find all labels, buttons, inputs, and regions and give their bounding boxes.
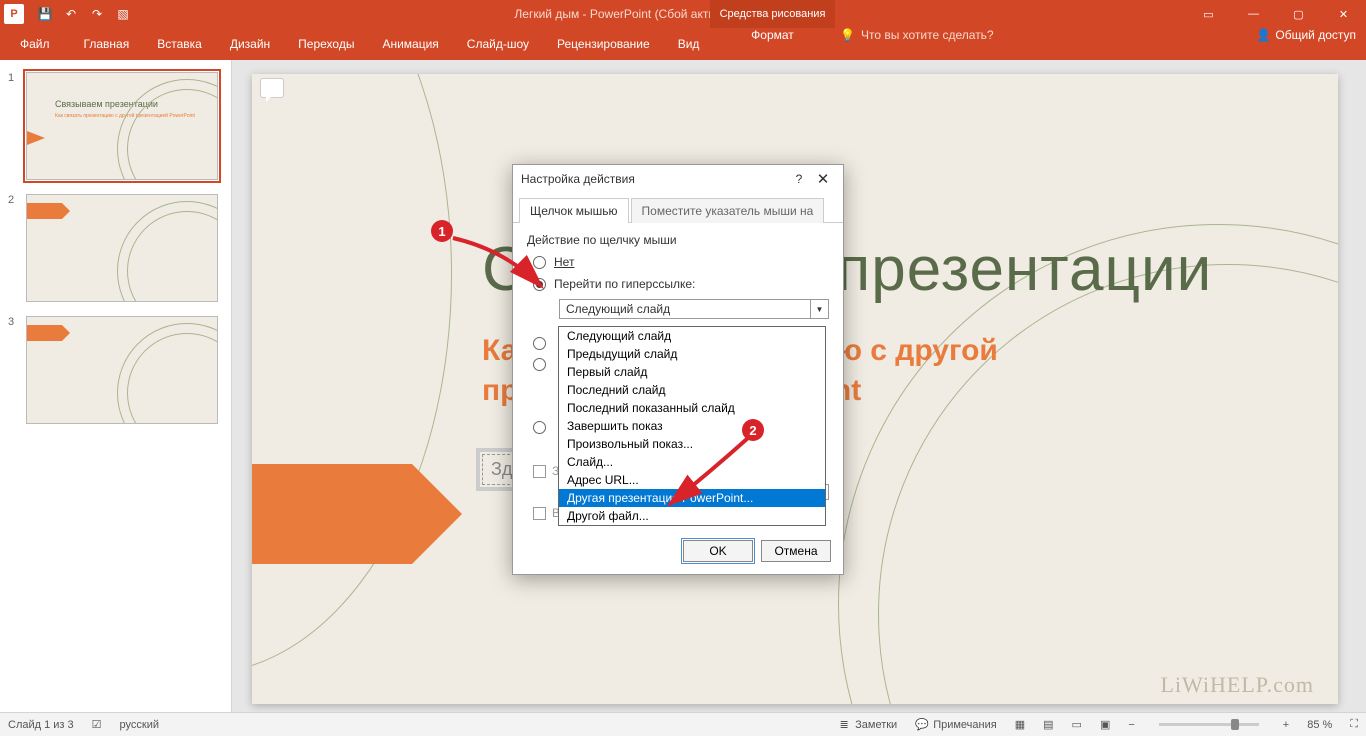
tab-transitions[interactable]: Переходы bbox=[284, 28, 368, 60]
dd-item-next[interactable]: Следующий слайд bbox=[559, 327, 825, 345]
zoom-level[interactable]: 85 % bbox=[1307, 719, 1332, 731]
share-label: Общий доступ bbox=[1275, 28, 1356, 42]
tab-file[interactable]: Файл bbox=[0, 28, 70, 60]
dialog-tabs: Щелчок мышью Поместите указатель мыши на bbox=[513, 193, 843, 223]
fit-to-window-icon[interactable]: ⛶ bbox=[1350, 718, 1358, 731]
zoom-slider[interactable] bbox=[1159, 723, 1259, 726]
start-slideshow-icon[interactable]: ▧ bbox=[112, 3, 134, 25]
ok-button[interactable]: OK bbox=[683, 540, 753, 562]
quick-access-toolbar: 💾 ↶ ↷ ▧ bbox=[34, 3, 134, 25]
dialog-title: Настройка действия bbox=[521, 172, 787, 186]
dialog-titlebar[interactable]: Настройка действия ? ✕ bbox=[513, 165, 843, 193]
tab-home[interactable]: Главная bbox=[70, 28, 144, 60]
save-icon[interactable]: 💾 bbox=[34, 3, 56, 25]
thumbnail-pane[interactable]: 1 Связываем презентации Как связать през… bbox=[0, 60, 232, 712]
slide-counter[interactable]: Слайд 1 из 3 bbox=[8, 719, 74, 731]
tell-me-label: Что вы хотите сделать? bbox=[861, 28, 994, 42]
normal-view-icon[interactable]: ▦ bbox=[1015, 718, 1025, 731]
maximize-icon[interactable]: ▢ bbox=[1276, 0, 1321, 28]
annotation-arrow-1 bbox=[445, 230, 555, 300]
context-tool-label: Средства рисования bbox=[710, 0, 835, 28]
tab-insert[interactable]: Вставка bbox=[143, 28, 216, 60]
redo-icon[interactable]: ↷ bbox=[86, 3, 108, 25]
share-icon: 👤 bbox=[1256, 28, 1271, 42]
radio-icon[interactable] bbox=[533, 421, 546, 434]
help-icon[interactable]: ? bbox=[787, 172, 811, 186]
lightbulb-icon: 💡 bbox=[840, 28, 855, 42]
close-dialog-icon[interactable]: ✕ bbox=[811, 170, 835, 188]
annotation-arrow-2 bbox=[660, 432, 760, 512]
dd-item-first[interactable]: Первый слайд bbox=[559, 363, 825, 381]
annotation-badge-2: 2 bbox=[742, 419, 764, 441]
minimize-icon[interactable]: — bbox=[1231, 0, 1276, 28]
dialog-footer: OK Отмена bbox=[513, 532, 843, 574]
radio-none[interactable]: Нет bbox=[533, 255, 829, 269]
thumb-num-3: 3 bbox=[8, 316, 20, 328]
checkbox-icon[interactable] bbox=[533, 465, 546, 478]
comments-button[interactable]: 💬Примечания bbox=[915, 718, 997, 732]
thumbnail-3[interactable] bbox=[26, 316, 218, 424]
watermark: LiWiHELP.com bbox=[1161, 672, 1315, 698]
language-indicator[interactable]: русский bbox=[120, 719, 159, 731]
tab-view[interactable]: Вид bbox=[664, 28, 714, 60]
tab-mouse-over[interactable]: Поместите указатель мыши на bbox=[631, 198, 825, 223]
dd-item-last[interactable]: Последний слайд bbox=[559, 381, 825, 399]
undo-icon[interactable]: ↶ bbox=[60, 3, 82, 25]
zoom-out-icon[interactable]: − bbox=[1128, 719, 1134, 731]
radio-hyperlink-label: Перейти по гиперссылке: bbox=[554, 277, 695, 291]
tab-review[interactable]: Рецензирование bbox=[543, 28, 664, 60]
spellcheck-icon[interactable]: ☑ bbox=[92, 718, 102, 731]
radio-hyperlink[interactable]: Перейти по гиперссылке: bbox=[533, 277, 829, 291]
checkbox-icon[interactable] bbox=[533, 507, 546, 520]
notes-button[interactable]: ≣Заметки bbox=[837, 718, 897, 732]
zoom-in-icon[interactable]: + bbox=[1283, 719, 1289, 731]
notes-icon: ≣ bbox=[837, 718, 851, 732]
radio-icon[interactable] bbox=[533, 337, 546, 350]
radio-none-label: Нет bbox=[554, 255, 574, 269]
sorter-view-icon[interactable]: ▤ bbox=[1043, 718, 1053, 731]
thumb-row[interactable]: 3 bbox=[0, 312, 231, 434]
annotation-badge-1: 1 bbox=[431, 220, 453, 242]
reading-view-icon[interactable]: ▭ bbox=[1072, 718, 1082, 731]
ribbon: Файл Главная Вставка Дизайн Переходы Ани… bbox=[0, 28, 1366, 60]
share-button[interactable]: 👤 Общий доступ bbox=[1256, 28, 1356, 42]
tab-animation[interactable]: Анимация bbox=[368, 28, 452, 60]
cancel-button[interactable]: Отмена bbox=[761, 540, 831, 562]
hyperlink-combo[interactable]: Следующий слайд ▼ bbox=[559, 299, 829, 319]
tab-format[interactable]: Формат bbox=[710, 28, 835, 42]
titlebar: P 💾 ↶ ↷ ▧ Легкий дым - PowerPoint (Сбой … bbox=[0, 0, 1366, 28]
tell-me-search[interactable]: 💡 Что вы хотите сделать? bbox=[840, 28, 994, 42]
thumb-row[interactable]: 1 Связываем презентации Как связать през… bbox=[0, 68, 231, 190]
combo-value: Следующий слайд bbox=[560, 300, 810, 318]
chevron-down-icon[interactable]: ▼ bbox=[810, 300, 828, 318]
dd-item-prev[interactable]: Предыдущий слайд bbox=[559, 345, 825, 363]
arrow-shape[interactable] bbox=[252, 464, 412, 564]
thumbnail-2[interactable] bbox=[26, 194, 218, 302]
window-buttons: ▭ — ▢ ✕ bbox=[1186, 0, 1366, 28]
thumb-row[interactable]: 2 bbox=[0, 190, 231, 312]
tab-slideshow[interactable]: Слайд-шоу bbox=[453, 28, 543, 60]
thumb-num-1: 1 bbox=[8, 72, 20, 84]
close-icon[interactable]: ✕ bbox=[1321, 0, 1366, 28]
app-icon: P bbox=[4, 4, 24, 24]
tab-design[interactable]: Дизайн bbox=[216, 28, 284, 60]
dd-item-lastshown[interactable]: Последний показанный слайд bbox=[559, 399, 825, 417]
window-title: Легкий дым - PowerPoint (Сбой активации … bbox=[134, 7, 1186, 21]
statusbar: Слайд 1 из 3 ☑ русский ≣Заметки 💬Примеча… bbox=[0, 712, 1366, 736]
thumb-num-2: 2 bbox=[8, 194, 20, 206]
group-label: Действие по щелчку мыши bbox=[527, 233, 829, 247]
radio-icon[interactable] bbox=[533, 358, 546, 371]
comments-icon: 💬 bbox=[915, 718, 929, 732]
thumbnail-1[interactable]: Связываем презентации Как связать презен… bbox=[26, 72, 218, 180]
slideshow-view-icon[interactable]: ▣ bbox=[1100, 718, 1110, 731]
tab-mouse-click[interactable]: Щелчок мышью bbox=[519, 198, 629, 223]
ribbon-options-icon[interactable]: ▭ bbox=[1186, 0, 1231, 28]
